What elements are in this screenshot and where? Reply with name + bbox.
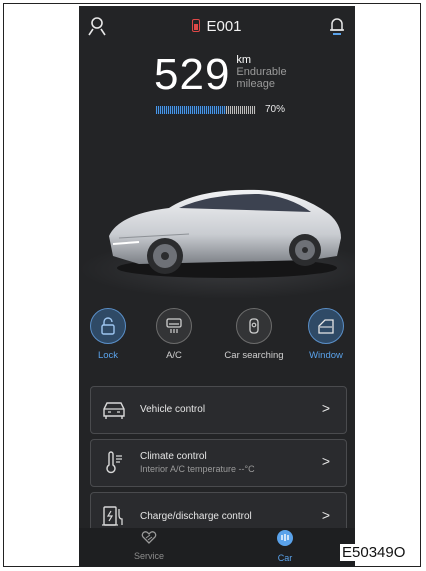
bottom-nav: Service Car: [79, 528, 355, 567]
notification-bell-icon[interactable]: [329, 16, 345, 36]
tab-car[interactable]: Car: [245, 530, 325, 563]
mileage-unit-box: km Endurable mileage: [236, 54, 296, 90]
vehicle-control-title: Vehicle control: [140, 404, 206, 415]
chevron-right-icon: >: [321, 507, 330, 523]
tab-service-label: Service: [133, 551, 164, 561]
ac-label: A/C: [166, 350, 182, 361]
battery-percent: 70%: [265, 104, 286, 115]
car-key-icon: [236, 308, 272, 344]
vehicle-control-card[interactable]: Vehicle control >: [90, 386, 347, 434]
car-image: [79, 189, 355, 299]
plate-text: E001: [206, 18, 242, 35]
chevron-right-icon: >: [321, 453, 330, 469]
tab-car-label: Car: [277, 553, 293, 563]
window-icon: [308, 308, 344, 344]
ac-button[interactable]: A/C: [139, 308, 209, 361]
lock-label: Lock: [97, 350, 119, 361]
phone-screen: E001 529 km Endurable mileage 70% Lock A…: [79, 6, 355, 567]
lock-icon: [90, 308, 126, 344]
mileage-unit: km: [236, 54, 252, 66]
window-button[interactable]: Window: [291, 308, 355, 361]
car-tab-icon: [277, 530, 293, 546]
service-icon: [141, 531, 157, 544]
mileage-value: 529: [154, 50, 231, 99]
climate-control-card[interactable]: Climate control Interior A/C temperature…: [90, 439, 347, 487]
quick-actions: Lock A/C Car searching Window: [79, 308, 355, 368]
tab-service[interactable]: Service: [109, 530, 189, 561]
top-header: E001: [79, 6, 355, 46]
car-searching-label: Car searching: [224, 350, 284, 361]
thermometer-icon: [106, 451, 122, 474]
charge-discharge-title: Charge/discharge control: [140, 511, 252, 522]
battery-bar-fill: [156, 106, 226, 114]
window-label: Window: [309, 350, 343, 361]
lock-button[interactable]: Lock: [79, 308, 143, 361]
climate-control-subtitle: Interior A/C temperature --°C: [140, 464, 255, 474]
figure-code: E50349O: [340, 544, 408, 561]
vehicle-icon: [103, 402, 125, 419]
ac-icon: [156, 308, 192, 344]
climate-control-title: Climate control: [140, 451, 207, 462]
car-searching-button[interactable]: Car searching: [219, 308, 289, 361]
mileage-display: 529 km Endurable mileage: [154, 50, 296, 100]
vehicle-plate[interactable]: E001: [79, 18, 355, 35]
mileage-label: Endurable mileage: [236, 66, 287, 90]
battery-icon: [192, 19, 201, 32]
chevron-right-icon: >: [321, 400, 330, 416]
battery-level-bar: [156, 106, 256, 114]
charger-icon: [102, 506, 123, 526]
